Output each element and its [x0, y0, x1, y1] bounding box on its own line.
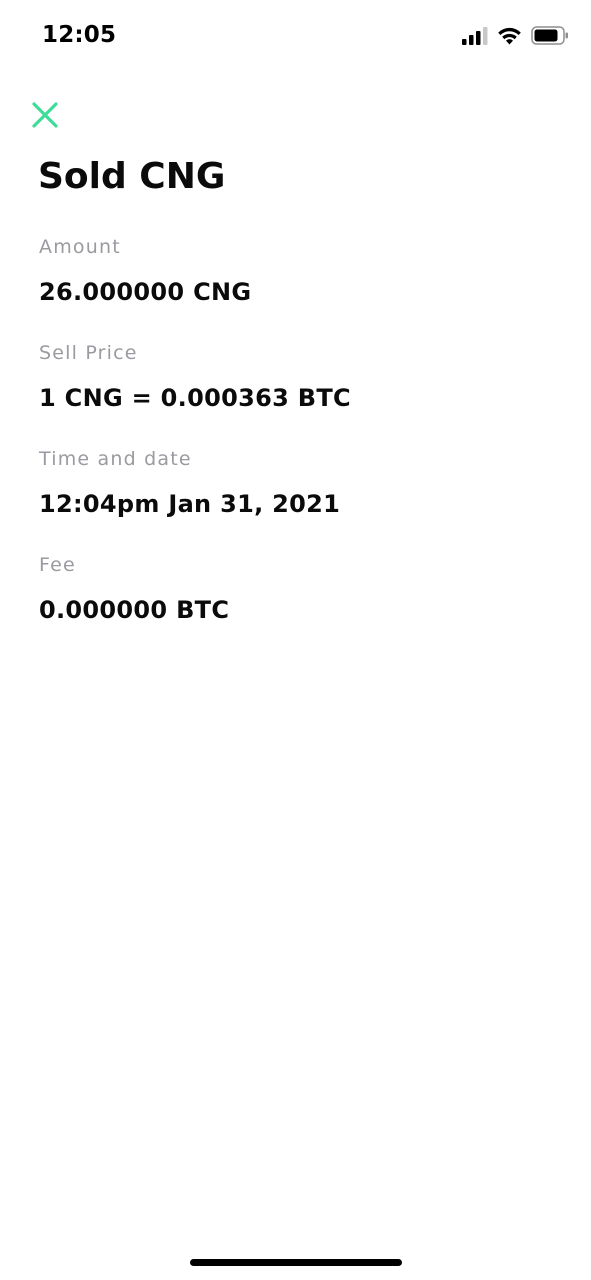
amount-row: Amount 26.000000 CNG — [39, 236, 559, 342]
close-icon[interactable] — [30, 100, 60, 130]
fee-value: 0.000000 BTC — [39, 596, 230, 624]
fee-row: Fee 0.000000 BTC — [39, 554, 559, 660]
sell-price-value: 1 CNG = 0.000363 BTC — [39, 384, 351, 412]
home-indicator[interactable] — [190, 1259, 402, 1266]
amount-label: Amount — [39, 236, 121, 258]
time-date-row: Time and date 12:04pm Jan 31, 2021 — [39, 448, 559, 554]
time-date-label: Time and date — [39, 448, 192, 470]
transaction-details: Amount 26.000000 CNG Sell Price 1 CNG = … — [39, 236, 559, 660]
time-date-value: 12:04pm Jan 31, 2021 — [39, 490, 341, 518]
status-icons — [462, 26, 569, 45]
page-title: Sold CNG — [38, 156, 226, 197]
close-button[interactable] — [30, 100, 60, 130]
sell-price-label: Sell Price — [39, 342, 138, 364]
signal-icon — [462, 26, 488, 45]
status-time: 12:05 — [42, 22, 117, 48]
fee-label: Fee — [39, 554, 76, 576]
battery-icon — [531, 26, 568, 45]
wifi-icon — [498, 27, 521, 44]
sell-price-row: Sell Price 1 CNG = 0.000363 BTC — [39, 342, 559, 448]
amount-value: 26.000000 CNG — [39, 278, 252, 306]
status-bar: 12:05 — [0, 0, 591, 72]
